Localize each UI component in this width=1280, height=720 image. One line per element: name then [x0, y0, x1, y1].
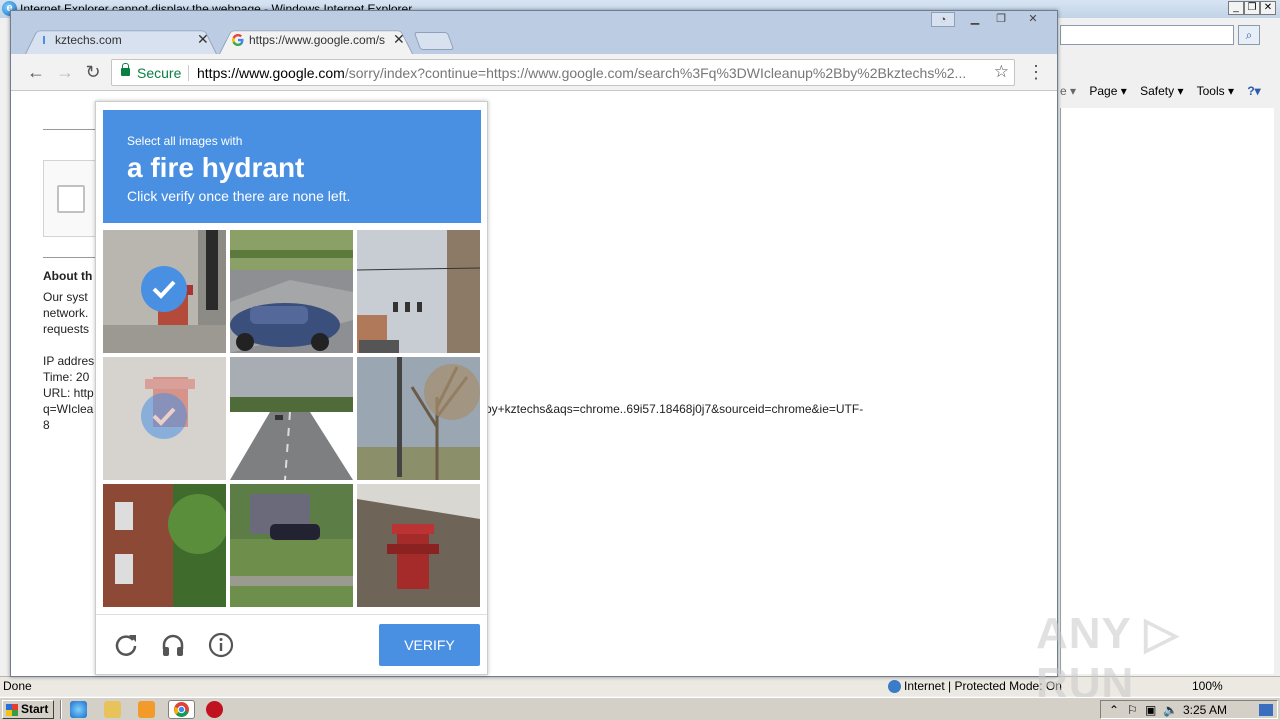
- verify-button[interactable]: VERIFY: [379, 624, 480, 666]
- url-text[interactable]: https://www.google.com/sorry/index?conti…: [197, 65, 992, 81]
- globe-icon: [888, 680, 901, 693]
- about-heading: About th: [43, 269, 93, 283]
- ie-command-bar: e ▾ Page ▾ Safety ▾ Tools ▾ ?▾: [1060, 84, 1271, 104]
- menu-kebab-icon[interactable]: ⋮: [1027, 62, 1045, 83]
- instruction-small: Select all images with: [127, 134, 243, 148]
- new-tab-button[interactable]: [413, 32, 455, 50]
- page-text-line: q=WIclea: [43, 402, 94, 416]
- back-icon[interactable]: ←: [24, 61, 48, 85]
- divider: [43, 129, 103, 130]
- page-text-line: IP addres: [43, 354, 95, 368]
- tile-car-street[interactable]: [230, 230, 353, 353]
- page-text-line: 8: [43, 418, 50, 432]
- taskbar: Start ⌃ ⚐ ▣ 🔈 3:25 AM: [0, 697, 1280, 720]
- tab-label: kztechs.com: [55, 33, 122, 47]
- page-url-tail: oy+kztechs&aqs=chrome..69i57.18468j0j7&s…: [485, 402, 864, 416]
- page-text-line: network.: [43, 306, 89, 320]
- ie-tools-menu[interactable]: Tools ▾: [1197, 84, 1234, 98]
- flag-icon[interactable]: ⚐: [1127, 703, 1138, 717]
- tile-hydrant-red[interactable]: [357, 484, 480, 607]
- instruction-sub: Click verify once there are none left.: [127, 188, 351, 204]
- restore-button[interactable]: ❐: [989, 12, 1013, 27]
- page-text-line: requests: [43, 322, 90, 336]
- tab-kztechs[interactable]: kztechs.com ✕: [25, 27, 217, 54]
- chrome-taskbar-button[interactable]: [168, 700, 195, 719]
- ie-search-icon[interactable]: ⌕: [1238, 25, 1260, 45]
- reload-challenge-icon[interactable]: [113, 632, 139, 658]
- ie-minimize-button[interactable]: _: [1228, 1, 1244, 15]
- captcha-instructions: Select all images with a fire hydrant Cl…: [103, 110, 481, 223]
- lock-icon: [121, 63, 130, 76]
- tile-traffic-lights[interactable]: [357, 230, 480, 353]
- ie-close-button[interactable]: ✕: [1260, 1, 1276, 15]
- recaptcha-checkbox[interactable]: [57, 185, 85, 213]
- ie-safety-menu[interactable]: Safety ▾: [1140, 84, 1183, 98]
- secure-label: Secure: [137, 65, 182, 81]
- minimize-button[interactable]: ▁: [963, 12, 987, 27]
- ie-taskbar-icon[interactable]: [70, 701, 87, 718]
- recaptcha-challenge: Select all images with a fire hydrant Cl…: [95, 101, 488, 675]
- ie-cmd-partial: e ▾: [1060, 84, 1077, 98]
- ie-content-area: [1060, 108, 1274, 674]
- selected-check-icon: [141, 266, 187, 312]
- page-text-line: URL: http: [43, 386, 94, 400]
- tile-brick-house[interactable]: [103, 484, 226, 607]
- headphones-icon[interactable]: [160, 632, 186, 658]
- ie-page-menu[interactable]: Page ▾: [1089, 84, 1126, 98]
- show-desktop-icon[interactable]: [1259, 704, 1273, 716]
- profile-icon[interactable]: ◔: [931, 12, 955, 27]
- tab-close-icon[interactable]: ✕: [197, 31, 209, 48]
- address-bar[interactable]: Secure https://www.google.com/sorry/inde…: [111, 59, 1015, 86]
- system-tray: ⌃ ⚐ ▣ 🔈 3:25 AM: [1100, 700, 1278, 719]
- tab-close-icon[interactable]: ✕: [393, 31, 405, 48]
- tile-house-lawn[interactable]: [230, 484, 353, 607]
- instruction-target: a fire hydrant: [127, 152, 305, 183]
- ie-help-icon[interactable]: ?▾: [1247, 84, 1260, 98]
- tab-google[interactable]: https://www.google.com/se ✕: [219, 27, 413, 54]
- page-favicon-icon: [37, 33, 51, 47]
- page-text-line: Our syst: [43, 290, 88, 304]
- ie-search-box[interactable]: [1060, 25, 1234, 45]
- close-button[interactable]: ✕: [1021, 12, 1045, 27]
- tab-strip: kztechs.com ✕ https://www.google.com/se …: [11, 11, 1057, 54]
- tile-hydrant-faded[interactable]: [103, 357, 226, 480]
- google-favicon-icon: [231, 33, 245, 47]
- anyrun-watermark: ANY ▷ RUN: [1036, 609, 1180, 708]
- ie-status-text: Done: [3, 679, 32, 693]
- clock[interactable]: 3:25 AM: [1183, 703, 1227, 717]
- tile-highway[interactable]: [230, 357, 353, 480]
- recaptcha-checkbox-widget: [43, 160, 103, 237]
- info-icon[interactable]: [208, 632, 234, 658]
- page-text-line: Time: 20: [43, 370, 90, 384]
- ie-restore-button[interactable]: ❐: [1244, 1, 1260, 15]
- windows-flag-icon: [6, 704, 18, 716]
- captcha-footer: VERIFY: [96, 614, 487, 674]
- bookmark-star-icon[interactable]: ☆: [994, 62, 1009, 82]
- media-player-taskbar-icon[interactable]: [138, 701, 155, 718]
- tile-hydrant-sidewalk[interactable]: [103, 230, 226, 353]
- tray-expand-icon[interactable]: ⌃: [1109, 703, 1119, 717]
- forward-icon[interactable]: →: [53, 61, 77, 85]
- browser-toolbar: ← → ↻ Secure https://www.google.com/sorr…: [11, 54, 1057, 91]
- divider: [43, 257, 103, 258]
- tab-label: https://www.google.com/se: [249, 33, 385, 47]
- stop-taskbar-icon[interactable]: [206, 701, 223, 718]
- network-icon[interactable]: ▣: [1145, 703, 1156, 717]
- tile-bare-tree[interactable]: [357, 357, 480, 480]
- folder-taskbar-icon[interactable]: [104, 701, 121, 718]
- selected-check-icon: [141, 393, 187, 439]
- volume-icon[interactable]: 🔈: [1163, 703, 1178, 717]
- start-button[interactable]: Start: [2, 700, 54, 719]
- reload-icon[interactable]: ↻: [81, 61, 105, 85]
